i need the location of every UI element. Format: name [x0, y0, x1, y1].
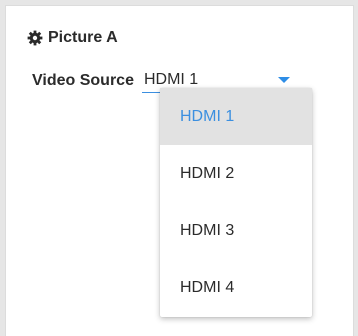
panel-header: Picture A — [27, 28, 118, 48]
option-hdmi-2[interactable]: HDMI 2 — [160, 145, 312, 202]
option-hdmi-4[interactable]: HDMI 4 — [160, 259, 312, 316]
panel-title: Picture A — [48, 29, 118, 46]
chevron-down-icon[interactable] — [277, 77, 290, 83]
video-source-value: HDMI 1 — [143, 71, 199, 88]
option-hdmi-3[interactable]: HDMI 3 — [160, 202, 312, 259]
option-hdmi-1[interactable]: HDMI 1 — [160, 88, 312, 145]
gear-icon — [27, 30, 43, 46]
video-source-dropdown: HDMI 1 HDMI 2 HDMI 3 HDMI 4 — [160, 88, 312, 317]
video-source-label: Video Source — [32, 72, 134, 89]
